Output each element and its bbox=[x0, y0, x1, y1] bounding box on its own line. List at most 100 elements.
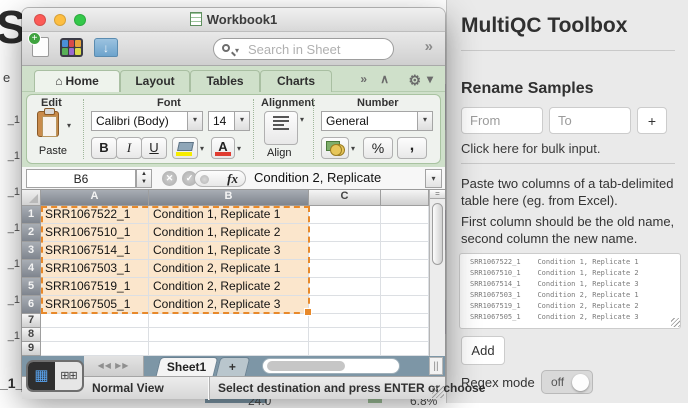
fill-color-chevron-icon[interactable]: ▾ bbox=[200, 144, 204, 153]
add-rename-pair-button[interactable]: + bbox=[637, 107, 667, 134]
font-color-button[interactable]: A bbox=[211, 137, 235, 159]
cell[interactable] bbox=[381, 328, 429, 342]
cell[interactable] bbox=[309, 242, 381, 260]
font-color-chevron-icon[interactable]: ▾ bbox=[237, 144, 241, 153]
column-header-d[interactable] bbox=[381, 190, 429, 206]
font-size-select[interactable]: 14▾ bbox=[208, 111, 250, 131]
tab-charts[interactable]: Charts bbox=[260, 70, 332, 92]
cell[interactable] bbox=[149, 342, 309, 356]
formula-input[interactable]: Condition 2, Replicate bbox=[254, 170, 381, 185]
row-header[interactable]: 5 bbox=[22, 278, 41, 296]
cell[interactable] bbox=[309, 296, 381, 314]
bulk-rename-textarea[interactable]: SRR1067522_1 Condition 1, Replicate 1 SR… bbox=[459, 253, 681, 329]
column-header-c[interactable]: C bbox=[309, 190, 381, 206]
cell[interactable] bbox=[381, 224, 429, 242]
cell-a4[interactable]: SRR1067503_1 bbox=[41, 260, 149, 278]
normal-view-button[interactable]: ▦ bbox=[28, 362, 55, 390]
gear-icon[interactable]: ⚙ bbox=[408, 72, 421, 89]
cell[interactable] bbox=[309, 278, 381, 296]
cell[interactable] bbox=[41, 328, 149, 342]
underline-button[interactable]: U bbox=[141, 137, 167, 159]
formula-bar-chevron-icon[interactable]: ▾ bbox=[425, 169, 442, 188]
cell[interactable] bbox=[381, 314, 429, 328]
cell[interactable] bbox=[381, 296, 429, 314]
cell[interactable] bbox=[309, 224, 381, 242]
italic-button[interactable]: I bbox=[116, 137, 142, 159]
tab-strip-grip[interactable]: || bbox=[429, 357, 443, 375]
cell[interactable] bbox=[41, 314, 149, 328]
regex-mode-toggle[interactable]: off bbox=[541, 370, 593, 394]
page-layout-view-button[interactable]: ⊞⊞ bbox=[55, 362, 82, 390]
currency-chevron-icon[interactable]: ▾ bbox=[351, 144, 355, 153]
open-file-icon[interactable]: ↓ bbox=[94, 38, 118, 57]
horizontal-scrollbar[interactable] bbox=[262, 358, 400, 374]
cell[interactable] bbox=[381, 342, 429, 356]
cell-a3[interactable]: SRR1067514_1 bbox=[41, 242, 149, 260]
sheet-nav-buttons[interactable]: ◀◀ ▶▶ bbox=[84, 356, 144, 376]
align-button[interactable] bbox=[264, 111, 298, 145]
function-builder-button[interactable]: fx bbox=[194, 170, 246, 187]
tab-home[interactable]: ⌂Home bbox=[34, 70, 120, 92]
toolbar-overflow-icon[interactable]: » bbox=[425, 38, 433, 55]
cancel-entry-icon[interactable]: ✕ bbox=[162, 171, 177, 186]
rename-from-input[interactable] bbox=[461, 107, 543, 134]
row-header[interactable]: 3 bbox=[22, 242, 41, 260]
spreadsheet-grid[interactable]: A B C 1 SRR1067522_1 Condition 1, Replic… bbox=[22, 190, 445, 356]
number-format-select[interactable]: General▾ bbox=[321, 111, 433, 131]
font-name-select[interactable]: Calibri (Body)▾ bbox=[91, 111, 203, 131]
font-size-chevron-icon[interactable]: ▾ bbox=[234, 112, 249, 130]
cell-reference-box[interactable]: B6 bbox=[26, 169, 136, 188]
cell-b3[interactable]: Condition 1, Replicate 3 bbox=[149, 242, 309, 260]
add-button[interactable]: Add bbox=[461, 336, 505, 365]
row-header[interactable]: 2 bbox=[22, 224, 41, 242]
cell[interactable] bbox=[309, 342, 381, 356]
fill-color-button[interactable] bbox=[172, 137, 198, 159]
cell-b5[interactable]: Condition 2, Replicate 2 bbox=[149, 278, 309, 296]
cell-b4[interactable]: Condition 2, Replicate 1 bbox=[149, 260, 309, 278]
cell[interactable] bbox=[309, 314, 381, 328]
resize-grip-icon[interactable] bbox=[432, 386, 444, 398]
split-handle[interactable]: = bbox=[430, 190, 445, 199]
vertical-scrollbar-thumb[interactable] bbox=[432, 203, 443, 265]
tab-tables[interactable]: Tables bbox=[190, 70, 260, 92]
cell[interactable] bbox=[309, 328, 381, 342]
column-header-a[interactable]: A bbox=[41, 190, 149, 206]
bold-button[interactable]: B bbox=[91, 137, 117, 159]
collapse-ribbon-icon[interactable]: ∧ bbox=[380, 72, 389, 86]
rename-to-input[interactable] bbox=[549, 107, 631, 134]
row-header[interactable]: 7 bbox=[22, 314, 41, 328]
textarea-resize-grip-icon[interactable] bbox=[671, 318, 680, 327]
cell-a6[interactable]: SRR1067505_1 bbox=[41, 296, 149, 314]
percent-style-button[interactable]: % bbox=[363, 137, 393, 159]
row-header[interactable]: 6 bbox=[22, 296, 41, 314]
currency-button[interactable] bbox=[321, 137, 349, 159]
more-tabs-icon[interactable]: » bbox=[360, 72, 367, 86]
row-header[interactable]: 1 bbox=[22, 206, 41, 224]
vertical-scrollbar[interactable]: = bbox=[429, 190, 445, 356]
cell-a2[interactable]: SRR1067510_1 bbox=[41, 224, 149, 242]
template-gallery-icon[interactable] bbox=[60, 38, 83, 57]
row-header[interactable]: 8 bbox=[22, 328, 41, 342]
cell[interactable] bbox=[381, 242, 429, 260]
cell[interactable] bbox=[381, 278, 429, 296]
add-sheet-tab[interactable]: + bbox=[216, 357, 251, 376]
paste-button-label[interactable]: Paste bbox=[27, 145, 79, 157]
cell[interactable] bbox=[41, 342, 149, 356]
cell[interactable] bbox=[149, 328, 309, 342]
cell[interactable] bbox=[309, 260, 381, 278]
align-menu-chevron-icon[interactable]: ▾ bbox=[300, 115, 304, 124]
cell[interactable] bbox=[381, 260, 429, 278]
cell-b1[interactable]: Condition 1, Replicate 1 bbox=[149, 206, 309, 224]
bulk-input-link[interactable]: Click here for bulk input. bbox=[461, 141, 600, 156]
row-header[interactable]: 4 bbox=[22, 260, 41, 278]
select-all-corner[interactable] bbox=[22, 190, 41, 206]
gear-menu-chevron-icon[interactable]: ▾ bbox=[427, 72, 433, 86]
search-field[interactable]: ▾ Search in Sheet bbox=[213, 38, 394, 60]
cell-reference-stepper[interactable]: ▲▼ bbox=[136, 169, 152, 188]
cell-a5[interactable]: SRR1067519_1 bbox=[41, 278, 149, 296]
comma-style-button[interactable]: , bbox=[397, 137, 427, 159]
tab-layout[interactable]: Layout bbox=[120, 70, 190, 92]
column-header-b[interactable]: B bbox=[149, 190, 309, 206]
cell-a1[interactable]: SRR1067522_1 bbox=[41, 206, 149, 224]
paste-menu-chevron-icon[interactable]: ▾ bbox=[67, 121, 71, 130]
